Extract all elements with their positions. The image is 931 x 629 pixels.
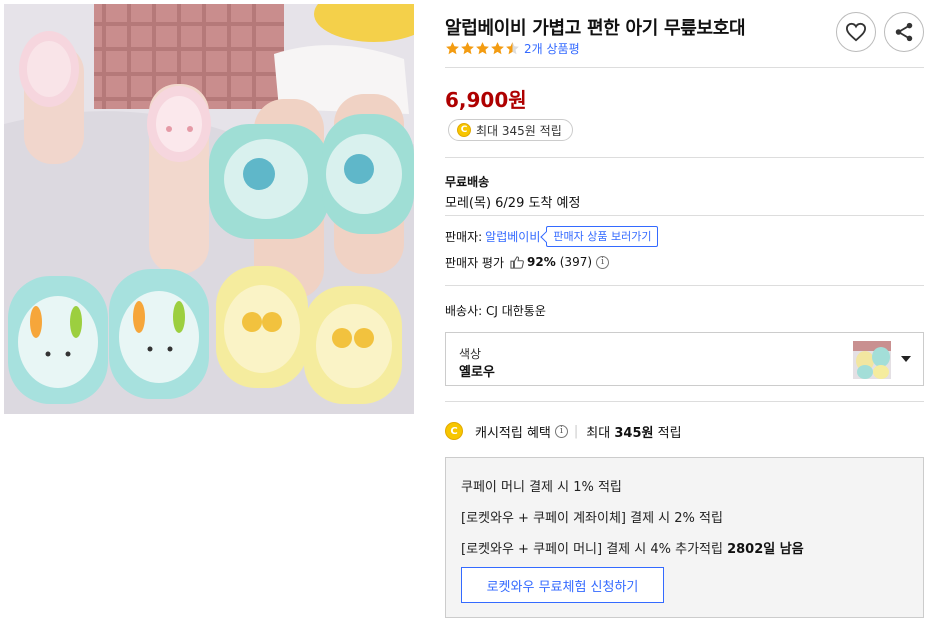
wishlist-button[interactable] xyxy=(836,12,876,52)
seller-score-row: 판매자 평가 92% (397) i xyxy=(445,253,610,271)
seller-row: 판매자: 알럽베이비 판매자 상품 보러가기 xyxy=(445,224,659,248)
separator: | xyxy=(573,423,579,439)
rocket-wow-trial-button[interactable]: 로켓와우 무료체험 신청하기 xyxy=(461,567,664,603)
review-count-link[interactable]: 2개 상품평 xyxy=(524,40,580,57)
product-photo xyxy=(4,4,414,414)
rating-row: 2개 상품평 xyxy=(445,40,580,56)
star-half-icon xyxy=(506,41,519,54)
seller-name-link[interactable]: 알럽베이비 xyxy=(485,228,540,245)
view-seller-products-button[interactable]: 판매자 상품 보러가기 xyxy=(546,225,659,247)
cash-reward-badge: C 최대 345원 적립 xyxy=(448,119,573,141)
cash-benefit-max: 최대 345원 적립 xyxy=(586,425,682,441)
shipping-label: 무료배송 xyxy=(445,175,490,189)
cash-benefit-details: 쿠페이 머니 결제 시 1% 적립 [로켓와우 + 쿠페이 계좌이체] 결제 시… xyxy=(445,457,924,618)
star-icon xyxy=(476,41,489,54)
star-icon xyxy=(461,41,474,54)
carrier-info: 배송사: CJ 대한통운 xyxy=(445,304,546,318)
delivery-eta: 모레(목) 6/29 도착 예정 xyxy=(445,196,581,211)
star-icon xyxy=(491,41,504,54)
option-thumbnail xyxy=(853,341,891,379)
chevron-down-icon xyxy=(901,356,911,362)
product-info-panel: 알럽베이비 가볍고 편한 아기 무릎보호대 2개 상품평 6,900원 C 최대… xyxy=(445,0,925,629)
sale-price: 6,900원 xyxy=(445,88,527,112)
option-value: 옐로우 xyxy=(459,365,495,380)
seller-score-percent: 92% xyxy=(527,255,556,269)
coin-icon: C xyxy=(445,422,463,440)
coin-icon: C xyxy=(457,123,471,137)
star-icon xyxy=(446,41,459,54)
seller-score-label: 판매자 평가 xyxy=(445,255,505,270)
divider xyxy=(445,401,924,402)
info-icon[interactable]: i xyxy=(554,424,568,438)
heart-icon xyxy=(845,22,867,42)
divider xyxy=(445,285,924,286)
share-button[interactable] xyxy=(884,12,924,52)
benefit-line: 쿠페이 머니 결제 시 1% 적립 xyxy=(461,480,622,495)
thumbs-up-icon xyxy=(510,255,524,269)
days-remaining: 2802일 남음 xyxy=(727,542,804,557)
cash-benefit-row: C 캐시적립 혜택 i | 최대 345원 적립 xyxy=(445,420,682,442)
divider xyxy=(445,157,924,158)
product-image[interactable] xyxy=(4,4,414,414)
cash-reward-text: 최대 345원 적립 xyxy=(476,123,562,138)
divider xyxy=(445,215,924,216)
seller-prefix: 판매자: xyxy=(445,229,483,244)
product-title: 알럽베이비 가볍고 편한 아기 무릎보호대 xyxy=(445,18,746,39)
benefit-line: [로켓와우 + 쿠페이 머니] 결제 시 4% 추가적립 2802일 남음 xyxy=(461,542,804,557)
divider xyxy=(445,67,924,68)
seller-score-count: (397) xyxy=(559,255,593,269)
share-icon xyxy=(895,22,913,42)
cash-benefit-label: 캐시적립 혜택 xyxy=(475,425,551,441)
benefit-line: [로켓와우 + 쿠페이 계좌이체] 결제 시 2% 적립 xyxy=(461,511,723,526)
color-option-select[interactable]: 색상 옐로우 xyxy=(445,332,924,386)
option-label: 색상 xyxy=(459,347,482,361)
star-rating xyxy=(445,41,520,56)
info-icon[interactable]: i xyxy=(596,255,610,269)
